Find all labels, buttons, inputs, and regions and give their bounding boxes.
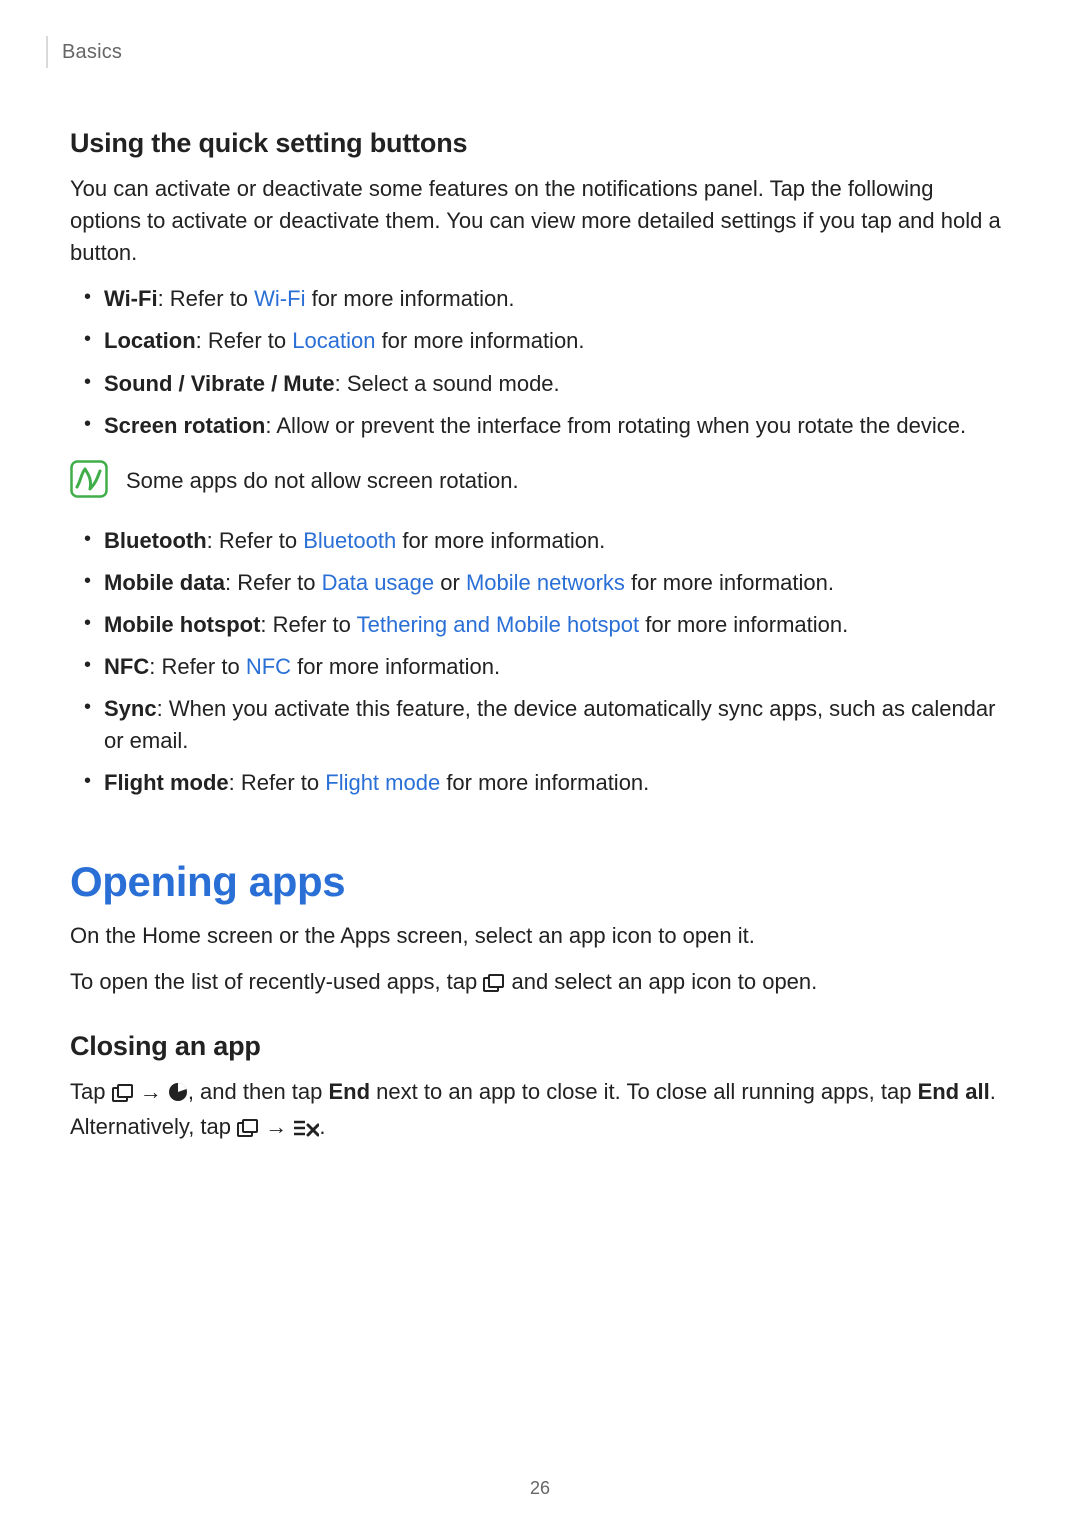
bullet-list-1: Wi-Fi: Refer to Wi-Fi for more informati…: [70, 283, 1010, 441]
text: for more information.: [639, 612, 848, 637]
text: or: [434, 570, 466, 595]
note-box: Some apps do not allow screen rotation.: [70, 460, 1010, 503]
text: : Refer to: [207, 528, 304, 553]
term-screen-rotation: Screen rotation: [104, 413, 265, 438]
text: and select an app icon to open.: [505, 969, 817, 994]
opening-apps-p2: To open the list of recently-used apps, …: [70, 966, 1010, 1001]
running-head-rule: [46, 36, 48, 68]
recent-apps-icon: [112, 1079, 134, 1111]
end-label: End: [329, 1079, 371, 1104]
link-location[interactable]: Location: [292, 328, 375, 353]
list-item: Mobile data: Refer to Data usage or Mobi…: [104, 567, 1010, 599]
link-wifi[interactable]: Wi-Fi: [254, 286, 305, 311]
text: for more information.: [625, 570, 834, 595]
recent-apps-icon: [483, 969, 505, 1001]
text: : Refer to: [149, 654, 246, 679]
text: for more information.: [440, 770, 649, 795]
term-mobile-data: Mobile data: [104, 570, 225, 595]
term-location: Location: [104, 328, 196, 353]
subheading-closing-app: Closing an app: [70, 1031, 1010, 1062]
text: : Allow or prevent the interface from ro…: [265, 413, 966, 438]
list-item: Screen rotation: Allow or prevent the in…: [104, 410, 1010, 442]
text: Tap: [70, 1079, 112, 1104]
text: →: [259, 1114, 293, 1139]
text: for more information.: [305, 286, 514, 311]
note-text: Some apps do not allow screen rotation.: [126, 466, 519, 497]
running-head: Basics: [46, 36, 1010, 68]
link-mobile-networks[interactable]: Mobile networks: [466, 570, 625, 595]
term-bluetooth: Bluetooth: [104, 528, 207, 553]
close-all-icon: [293, 1114, 319, 1146]
note-icon: [70, 460, 108, 503]
link-tethering-hotspot[interactable]: Tethering and Mobile hotspot: [357, 612, 640, 637]
text: .: [319, 1114, 325, 1139]
list-item: Mobile hotspot: Refer to Tethering and M…: [104, 609, 1010, 641]
running-head-text: Basics: [62, 41, 122, 64]
text: for more information.: [396, 528, 605, 553]
list-item: Bluetooth: Refer to Bluetooth for more i…: [104, 525, 1010, 557]
text: →: [134, 1079, 168, 1104]
recent-apps-icon: [237, 1114, 259, 1146]
link-data-usage[interactable]: Data usage: [322, 570, 435, 595]
term-mobile-hotspot: Mobile hotspot: [104, 612, 260, 637]
text: for more information.: [375, 328, 584, 353]
text: : Select a sound mode.: [335, 371, 560, 396]
link-bluetooth[interactable]: Bluetooth: [303, 528, 396, 553]
subheading-quick-settings: Using the quick setting buttons: [70, 128, 1010, 159]
text: for more information.: [291, 654, 500, 679]
text: : When you activate this feature, the de…: [104, 696, 995, 753]
pie-chart-icon: [168, 1079, 188, 1111]
text: : Refer to: [260, 612, 356, 637]
text: : Refer to: [225, 570, 322, 595]
link-flight-mode[interactable]: Flight mode: [325, 770, 440, 795]
list-item: Flight mode: Refer to Flight mode for mo…: [104, 767, 1010, 799]
closing-app-paragraph: Tap → , and then tap End next to an app …: [70, 1076, 1010, 1146]
term-nfc: NFC: [104, 654, 149, 679]
term-wifi: Wi-Fi: [104, 286, 158, 311]
term-sound-vibrate-mute: Sound / Vibrate / Mute: [104, 371, 335, 396]
intro-paragraph: You can activate or deactivate some feat…: [70, 173, 1010, 269]
end-all-label: End all: [918, 1079, 990, 1104]
list-item: NFC: Refer to NFC for more information.: [104, 651, 1010, 683]
text: , and then tap: [188, 1079, 329, 1104]
bullet-list-2: Bluetooth: Refer to Bluetooth for more i…: [70, 525, 1010, 800]
term-flight-mode: Flight mode: [104, 770, 229, 795]
opening-apps-p1: On the Home screen or the Apps screen, s…: [70, 920, 1010, 952]
list-item: Wi-Fi: Refer to Wi-Fi for more informati…: [104, 283, 1010, 315]
text: : Refer to: [229, 770, 326, 795]
link-nfc[interactable]: NFC: [246, 654, 291, 679]
list-item: Sound / Vibrate / Mute: Select a sound m…: [104, 368, 1010, 400]
page-number: 26: [0, 1478, 1080, 1499]
section-title-opening-apps: Opening apps: [70, 858, 1010, 906]
text: : Refer to: [158, 286, 255, 311]
term-sync: Sync: [104, 696, 157, 721]
list-item: Location: Refer to Location for more inf…: [104, 325, 1010, 357]
list-item: Sync: When you activate this feature, th…: [104, 693, 1010, 757]
text: To open the list of recently-used apps, …: [70, 969, 483, 994]
text: : Refer to: [196, 328, 293, 353]
text: next to an app to close it. To close all…: [370, 1079, 918, 1104]
